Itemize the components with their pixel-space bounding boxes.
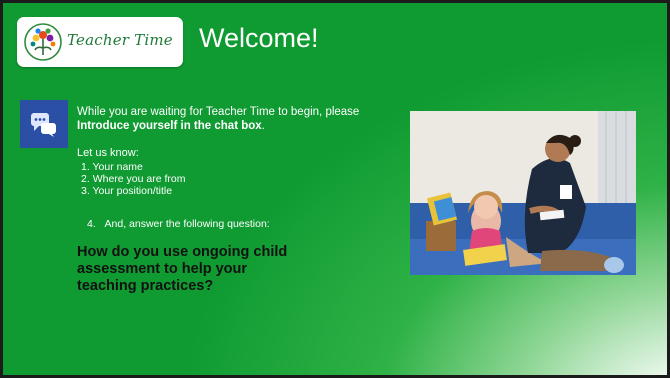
let-us-know: Let us know: (77, 147, 139, 159)
photo-illustration (410, 111, 636, 275)
list-number: 2. (81, 173, 90, 185)
list-text: Your name (92, 161, 143, 173)
info-list: 1. Your name 2. Where you are from 3. Yo… (77, 161, 397, 197)
chat-icon-tile (20, 100, 68, 148)
logo-text: Teacher Time (67, 31, 173, 49)
list-number: 4. (87, 218, 96, 230)
intro-suffix: . (261, 120, 265, 132)
list-text: Where you are from (92, 173, 186, 185)
question: How do you use ongoing child assessment … (77, 244, 288, 294)
list-text: And, answer the following question: (104, 218, 270, 230)
teacher-time-logo-icon (24, 23, 62, 61)
list-text: Your position/title (92, 185, 173, 197)
list-item: 2. Where you are from (77, 173, 397, 185)
list-item: 3. Your position/title (77, 185, 397, 197)
chat-bubbles-icon (31, 113, 56, 137)
intro-paragraph: While you are waiting for Teacher Time t… (77, 105, 397, 133)
list-number: 3. (81, 185, 90, 197)
logo-box: Teacher Time (17, 17, 183, 67)
main-text: While you are waiting for Teacher Time t… (77, 105, 397, 295)
photo-teacher-child (410, 111, 636, 275)
list-number: 1. (81, 161, 90, 173)
list-item-4: 4. And, answer the following question: (87, 218, 397, 230)
intro-prefix: While you are waiting for Teacher Time t… (77, 106, 360, 118)
page-title: Welcome! (199, 23, 319, 53)
list-item: 1. Your name (77, 161, 397, 173)
intro-bold: Introduce yourself in the chat box (77, 120, 262, 132)
slide: Teacher Time Welcome! While you are wait… (3, 3, 667, 375)
